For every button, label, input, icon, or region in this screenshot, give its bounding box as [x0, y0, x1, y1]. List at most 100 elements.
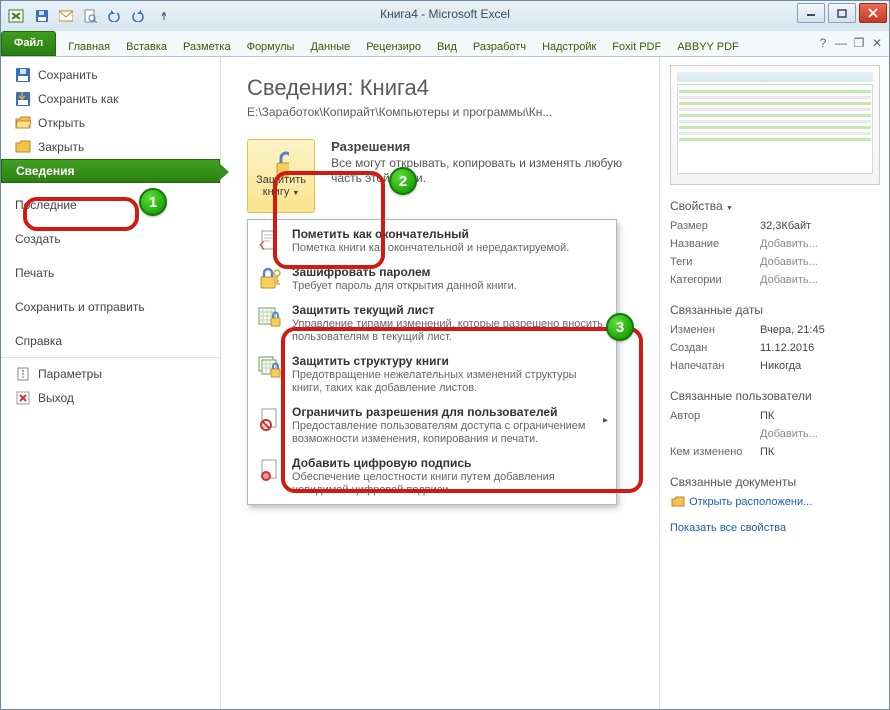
window-controls — [797, 3, 887, 23]
nav-label: Параметры — [38, 367, 102, 381]
tab-file[interactable]: Файл — [1, 31, 56, 56]
mi-sub: Предоставление пользователям доступа с о… — [292, 420, 608, 446]
mdi-close-icon[interactable]: ✕ — [869, 35, 885, 51]
menu-restrict[interactable]: Ограничить разрешения для пользователейП… — [250, 400, 614, 451]
menu-encrypt[interactable]: Зашифровать паролемТребует пароль для от… — [250, 260, 614, 298]
tab-data[interactable]: Данные — [302, 36, 358, 56]
tab-layout[interactable]: Разметка — [175, 36, 239, 56]
nav-saveas[interactable]: Сохранить как — [1, 87, 220, 111]
restrict-icon — [256, 405, 284, 433]
signature-icon — [256, 456, 284, 484]
sheet-lock-icon — [256, 303, 284, 331]
annotation-marker-1: 1 — [139, 188, 167, 216]
app-window: Книга4 - Microsoft Excel Файл Главная Вс… — [0, 0, 890, 710]
tab-addin[interactable]: Надстройк — [534, 36, 604, 56]
qat-email-button[interactable] — [55, 5, 77, 27]
prop-created: Создан11.12.2016 — [670, 339, 883, 357]
backstage-content: Сведения: Книга4 E:\Заработок\Копирайт\К… — [221, 57, 659, 709]
info-title: Сведения: Книга4 — [247, 75, 653, 101]
prop-name[interactable]: НазваниеДобавить... — [670, 235, 883, 253]
annotation-marker-2: 2 — [389, 167, 417, 195]
menu-signature[interactable]: Добавить цифровую подписьОбеспечение цел… — [250, 451, 614, 502]
tab-insert[interactable]: Вставка — [118, 36, 175, 56]
tab-foxit[interactable]: Foxit PDF — [604, 36, 669, 56]
nav-label: Сохранить и отправить — [15, 300, 145, 314]
mi-title: Защитить текущий лист — [292, 303, 435, 317]
nav-options[interactable]: Параметры — [1, 362, 220, 386]
permissions-text: Разрешения Все могут открывать, копирова… — [331, 139, 653, 186]
nav-label: Последние — [15, 198, 77, 212]
prop-changed-by: Кем измененоПК — [670, 443, 883, 461]
prop-author: АвторПК — [670, 407, 883, 425]
save-icon — [15, 67, 31, 83]
annotation-marker-3: 3 — [606, 313, 634, 341]
mi-sub: Предотвращение нежелательных изменений с… — [292, 369, 608, 395]
folder-icon — [670, 494, 686, 510]
nav-label: Сохранить как — [38, 92, 118, 106]
prop-cats[interactable]: КатегорииДобавить... — [670, 271, 883, 289]
qat-redo-button[interactable] — [127, 5, 149, 27]
nav-help[interactable]: Справка — [1, 329, 220, 353]
nav-exit[interactable]: Выход — [1, 386, 220, 410]
protect-workbook-button[interactable]: Защитить книгу ▼ — [247, 139, 315, 213]
maximize-button[interactable] — [828, 3, 856, 23]
nav-close[interactable]: Закрыть — [1, 135, 220, 159]
nav-open[interactable]: Открыть — [1, 111, 220, 135]
close-folder-icon — [15, 139, 31, 155]
nav-label: Сохранить — [38, 68, 98, 82]
open-location-link[interactable]: Открыть расположени... — [670, 493, 883, 511]
window-title: Книга4 - Microsoft Excel — [380, 7, 510, 21]
open-icon — [15, 115, 31, 131]
qat-save-button[interactable] — [31, 5, 53, 27]
nav-label: Справка — [15, 334, 62, 348]
qat-preview-button[interactable] — [79, 5, 101, 27]
tab-developer[interactable]: Разработч — [465, 36, 534, 56]
menu-protect-sheet[interactable]: Защитить текущий листУправление типами и… — [250, 298, 614, 349]
nav-print[interactable]: Печать — [1, 261, 220, 285]
ribbon-tabs: Файл Главная Вставка Разметка Формулы Да… — [1, 31, 889, 57]
nav-save[interactable]: Сохранить — [1, 63, 220, 87]
props-header[interactable]: Свойства ▼ — [670, 199, 883, 213]
permissions-heading: Разрешения — [331, 139, 653, 154]
minimize-button[interactable] — [797, 3, 825, 23]
mi-sub: Управление типами изменений, которые раз… — [292, 318, 608, 344]
nav-label: Печать — [15, 266, 54, 280]
mi-sub: Требует пароль для открытия данной книги… — [292, 280, 517, 293]
tab-view[interactable]: Вид — [429, 36, 465, 56]
nav-recent[interactable]: Последние — [1, 193, 220, 217]
mi-title: Ограничить разрешения для пользователей — [292, 405, 557, 419]
nav-new[interactable]: Создать — [1, 227, 220, 251]
tab-abbyy[interactable]: ABBYY PDF — [669, 36, 747, 56]
lock-key-icon — [273, 156, 289, 172]
mi-title: Пометить как окончательный — [292, 227, 469, 241]
encrypt-icon — [256, 265, 284, 293]
titlebar: Книга4 - Microsoft Excel — [1, 1, 889, 31]
qat-undo-button[interactable] — [103, 5, 125, 27]
nav-separator — [1, 357, 220, 358]
prop-size: Размер32,3Кбайт — [670, 217, 883, 235]
nav-label: Сведения — [16, 164, 74, 178]
nav-share[interactable]: Сохранить и отправить — [1, 295, 220, 319]
mdi-controls: ? — ❐ ✕ — [815, 35, 885, 51]
mi-sub: Обеспечение целостности книги путем доба… — [292, 471, 608, 497]
menu-mark-final[interactable]: Пометить как окончательныйПометка книги … — [250, 222, 614, 260]
menu-protect-structure[interactable]: Защитить структуру книгиПредотвращение н… — [250, 349, 614, 400]
tab-review[interactable]: Рецензиро — [358, 36, 429, 56]
show-all-link[interactable]: Показать все свойства — [670, 519, 883, 537]
close-button[interactable] — [859, 3, 887, 23]
permissions-desc: Все могут открывать, копировать и изменя… — [331, 156, 653, 186]
nav-info[interactable]: Сведения — [1, 159, 220, 183]
structure-lock-icon — [256, 354, 284, 382]
prop-add-author[interactable]: Добавить... — [670, 425, 883, 443]
properties-list: Свойства ▼ Размер32,3Кбайт НазваниеДобав… — [670, 199, 883, 537]
tab-formulas[interactable]: Формулы — [239, 36, 303, 56]
tab-home[interactable]: Главная — [60, 36, 118, 56]
prop-tags[interactable]: ТегиДобавить... — [670, 253, 883, 271]
mdi-minimize-icon[interactable]: — — [833, 35, 849, 51]
protect-label: Защитить книгу ▼ — [248, 174, 314, 200]
protect-menu: Пометить как окончательныйПометка книги … — [247, 219, 617, 505]
mi-title: Защитить структуру книги — [292, 354, 449, 368]
help-icon[interactable]: ? — [815, 35, 831, 51]
mdi-restore-icon[interactable]: ❐ — [851, 35, 867, 51]
qat-customize-button[interactable] — [151, 5, 173, 27]
